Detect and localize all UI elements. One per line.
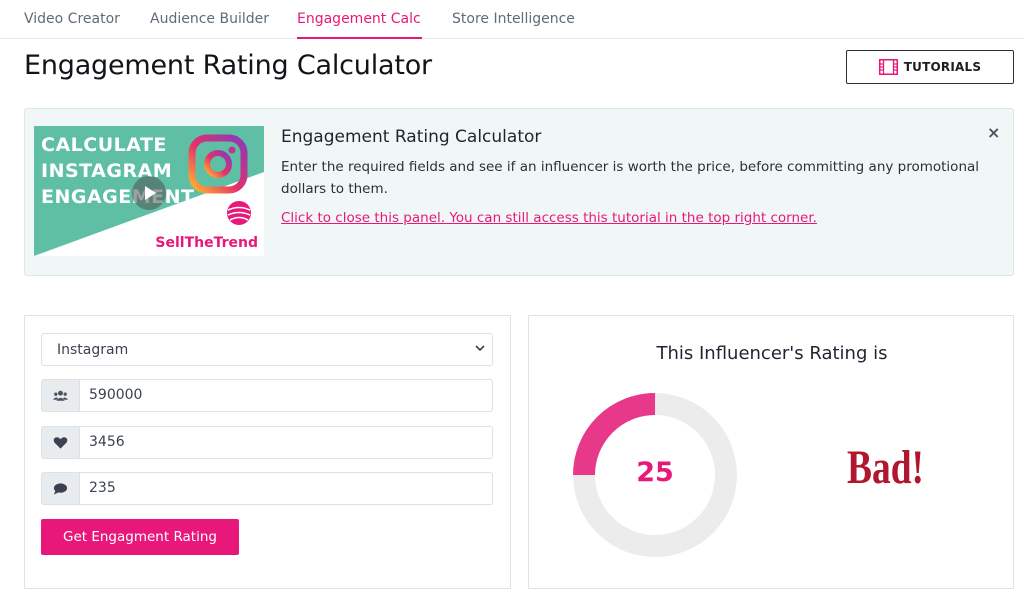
platform-select[interactable]: Instagram <box>41 333 493 366</box>
close-panel-link[interactable]: Click to close this panel. You can still… <box>281 210 817 226</box>
rating-title: This Influencer's Rating is <box>656 343 888 364</box>
tutorials-button[interactable]: TUTORIALS <box>846 50 1014 84</box>
page-title: Engagement Rating Calculator <box>24 50 432 81</box>
likes-input-group: 3456 <box>41 426 493 459</box>
play-icon[interactable] <box>132 176 166 210</box>
rating-result-card: This Influencer's Rating is 25 Bad! <box>528 315 1014 589</box>
top-tabs: Video Creator Audience Builder Engagemen… <box>0 0 1024 39</box>
users-icon <box>41 379 79 412</box>
tab-store-intelligence[interactable]: Store Intelligence <box>452 11 575 27</box>
comments-input[interactable] <box>79 472 493 505</box>
tutorial-video-thumbnail[interactable]: CALCULATE INSTAGRAM ENGAGEMENT SellTheTr… <box>34 126 264 256</box>
followers-value: 590000 <box>89 387 143 403</box>
brand-logo: SellTheTrend <box>155 235 258 251</box>
panel-title: Engagement Rating Calculator <box>281 127 542 147</box>
tutorials-label: TUTORIALS <box>903 60 982 74</box>
tab-audience-builder[interactable]: Audience Builder <box>150 11 269 27</box>
followers-input-group: 590000 <box>41 379 493 412</box>
comments-value: 235 <box>89 480 116 496</box>
chevron-down-icon <box>475 345 485 352</box>
platform-select-value: Instagram <box>57 342 129 358</box>
rating-score: 25 <box>636 457 674 488</box>
thumbnail-line-3: ENGAGEMENT <box>41 186 195 208</box>
get-engagement-rating-button[interactable]: Get Engagment Rating <box>41 519 239 555</box>
calculator-form-card: Instagram 590000 3456 235 Get Engagment … <box>24 315 511 589</box>
rating-verdict: Bad! <box>847 441 924 494</box>
likes-input[interactable] <box>79 426 493 459</box>
film-icon <box>878 59 898 75</box>
heart-icon <box>41 426 79 459</box>
instagram-icon <box>188 134 248 194</box>
tab-video-creator[interactable]: Video Creator <box>24 11 120 27</box>
tutorial-panel: CALCULATE INSTAGRAM ENGAGEMENT SellTheTr… <box>24 108 1014 276</box>
thumbnail-line-1: CALCULATE <box>41 134 167 156</box>
panel-description: Enter the required fields and see if an … <box>281 159 980 197</box>
comment-icon <box>41 472 79 505</box>
close-icon[interactable]: × <box>987 123 1000 142</box>
active-tab-underline <box>297 37 422 39</box>
brand-ball-icon <box>227 201 251 225</box>
likes-value: 3456 <box>89 434 125 450</box>
tab-engagement-calc[interactable]: Engagement Calc <box>297 11 421 27</box>
comments-input-group: 235 <box>41 472 493 505</box>
